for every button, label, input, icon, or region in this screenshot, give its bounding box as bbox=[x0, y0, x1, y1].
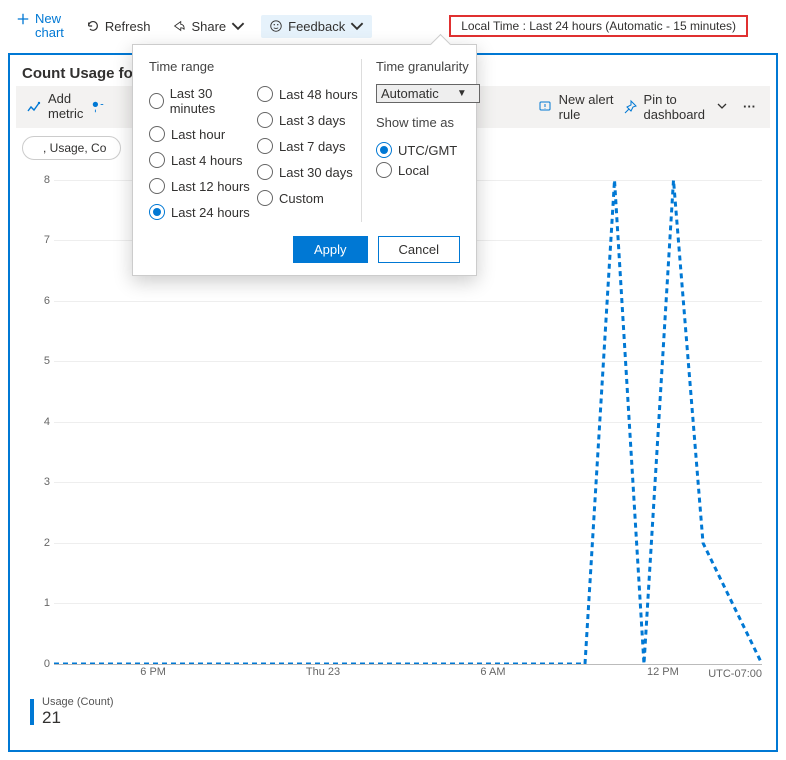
legend-color-swatch bbox=[30, 699, 34, 725]
time-range-option[interactable]: Last hour bbox=[149, 124, 253, 144]
radio-label: Local bbox=[398, 163, 429, 178]
new-chart-button[interactable]: Newchart bbox=[10, 8, 70, 45]
radio-icon bbox=[257, 190, 273, 206]
refresh-icon bbox=[86, 19, 100, 33]
radio-icon bbox=[376, 162, 392, 178]
add-metric-icon bbox=[26, 99, 42, 115]
chevron-down-icon bbox=[350, 19, 364, 33]
time-range-pill[interactable]: Local Time : Last 24 hours (Automatic - … bbox=[449, 15, 748, 37]
x-tick: 12 PM bbox=[647, 666, 679, 678]
legend-series-value: 21 bbox=[42, 708, 114, 728]
time-range-text: Local Time : Last 24 hours (Automatic - … bbox=[461, 19, 736, 33]
refresh-label: Refresh bbox=[105, 19, 151, 34]
radio-icon bbox=[149, 93, 164, 109]
y-axis: 012345678 bbox=[24, 168, 54, 664]
share-button[interactable]: Share bbox=[166, 15, 251, 38]
radio-label: Last 24 hours bbox=[171, 205, 250, 220]
time-range-option[interactable]: Last 30 minutes bbox=[149, 84, 253, 118]
radio-icon bbox=[257, 112, 273, 128]
time-range-option[interactable]: Last 12 hours bbox=[149, 176, 253, 196]
radio-label: Custom bbox=[279, 191, 324, 206]
new-alert-rule-button[interactable]: New alertrule bbox=[537, 92, 614, 122]
chevron-down-icon bbox=[231, 19, 245, 33]
panel-more-chevron[interactable] bbox=[713, 99, 731, 114]
y-tick: 5 bbox=[44, 355, 50, 367]
chevron-down-icon bbox=[717, 101, 727, 111]
granularity-select[interactable]: Automatic ▼ bbox=[376, 84, 480, 103]
radio-label: Last 4 hours bbox=[171, 153, 243, 168]
granularity-label: Time granularity bbox=[376, 59, 480, 74]
time-range-option[interactable]: Last 30 days bbox=[257, 162, 361, 182]
add-metric-button[interactable]: Addmetric bbox=[26, 92, 83, 121]
metric-chip[interactable]: , Usage, Co bbox=[22, 136, 121, 160]
radio-label: Last 12 hours bbox=[171, 179, 250, 194]
radio-icon bbox=[257, 138, 273, 154]
x-axis: 6 PM Thu 23 6 AM 12 PM bbox=[54, 666, 762, 680]
radio-label: Last hour bbox=[171, 127, 225, 142]
granularity-value: Automatic bbox=[381, 86, 439, 101]
x-tick: 6 PM bbox=[140, 666, 166, 678]
radio-icon bbox=[149, 178, 165, 194]
time-range-column: Time range Last 30 minutesLast hourLast … bbox=[149, 59, 361, 222]
time-range-label: Time range bbox=[149, 59, 361, 74]
dropdown-triangle-icon: ▼ bbox=[457, 88, 467, 99]
radio-icon bbox=[149, 126, 165, 142]
y-tick: 0 bbox=[44, 658, 50, 670]
radio-icon bbox=[149, 204, 165, 220]
radio-icon bbox=[149, 152, 165, 168]
refresh-button[interactable]: Refresh bbox=[80, 15, 157, 38]
feedback-button[interactable]: Feedback bbox=[261, 15, 372, 38]
y-tick: 4 bbox=[44, 416, 50, 428]
granularity-column: Time granularity Automatic ▼ Show time a… bbox=[361, 59, 480, 222]
show-time-label: Show time as bbox=[376, 115, 480, 130]
radio-label: Last 7 days bbox=[279, 139, 346, 154]
radio-label: Last 3 days bbox=[279, 113, 346, 128]
radio-icon bbox=[257, 86, 273, 102]
pin-icon bbox=[622, 99, 638, 115]
share-label: Share bbox=[191, 19, 226, 34]
radio-icon bbox=[376, 142, 392, 158]
time-range-option[interactable]: UTC/GMT bbox=[376, 140, 480, 160]
y-tick: 8 bbox=[44, 174, 50, 186]
panel-overflow-button[interactable]: ··· bbox=[739, 99, 760, 114]
alert-icon bbox=[537, 99, 553, 115]
new-chart-l2: chart bbox=[35, 25, 64, 40]
y-tick: 1 bbox=[44, 597, 50, 609]
top-toolbar: Newchart Refresh Share Feedback Local Ti… bbox=[4, 4, 782, 49]
cancel-button[interactable]: Cancel bbox=[378, 236, 460, 263]
y-tick: 7 bbox=[44, 234, 50, 246]
time-range-popover: Time range Last 30 minutesLast hourLast … bbox=[132, 44, 477, 276]
time-range-option[interactable]: Last 48 hours bbox=[257, 84, 361, 104]
y-tick: 2 bbox=[44, 537, 50, 549]
plus-icon bbox=[16, 12, 30, 26]
add-filter-icon[interactable] bbox=[91, 100, 105, 114]
radio-label: Last 30 minutes bbox=[170, 86, 253, 116]
radio-label: Last 30 days bbox=[279, 165, 353, 180]
pin-to-dashboard-button[interactable]: Pin todashboard bbox=[622, 92, 705, 122]
legend-series-label: Usage (Count) bbox=[42, 696, 114, 708]
range-right: Last 48 hours Last 3 days Last 7 days Last … bbox=[257, 84, 361, 222]
range-left: Last 30 minutes Last hour Last 4 hours Last… bbox=[149, 84, 253, 222]
time-range-option[interactable]: Last 3 days bbox=[257, 110, 361, 130]
share-icon bbox=[172, 19, 186, 33]
time-range-option[interactable]: Local bbox=[376, 160, 480, 180]
new-chart-l1: New bbox=[35, 11, 61, 26]
feedback-label: Feedback bbox=[288, 19, 345, 34]
x-tick: 6 AM bbox=[480, 666, 505, 678]
smile-icon bbox=[269, 19, 283, 33]
time-range-option[interactable]: Last 7 days bbox=[257, 136, 361, 156]
apply-button[interactable]: Apply bbox=[293, 236, 368, 263]
time-range-option[interactable]: Last 4 hours bbox=[149, 150, 253, 170]
timezone-label: UTC-07:00 bbox=[708, 668, 762, 680]
radio-label: Last 48 hours bbox=[279, 87, 358, 102]
radio-label: UTC/GMT bbox=[398, 143, 457, 158]
chart-legend: Usage (Count) 21 bbox=[30, 696, 114, 728]
time-range-option[interactable]: Last 24 hours bbox=[149, 202, 253, 222]
y-tick: 6 bbox=[44, 295, 50, 307]
x-tick: Thu 23 bbox=[306, 666, 340, 678]
y-tick: 3 bbox=[44, 476, 50, 488]
radio-icon bbox=[257, 164, 273, 180]
popover-actions: Apply Cancel bbox=[149, 236, 460, 263]
time-range-option[interactable]: Custom bbox=[257, 188, 361, 208]
